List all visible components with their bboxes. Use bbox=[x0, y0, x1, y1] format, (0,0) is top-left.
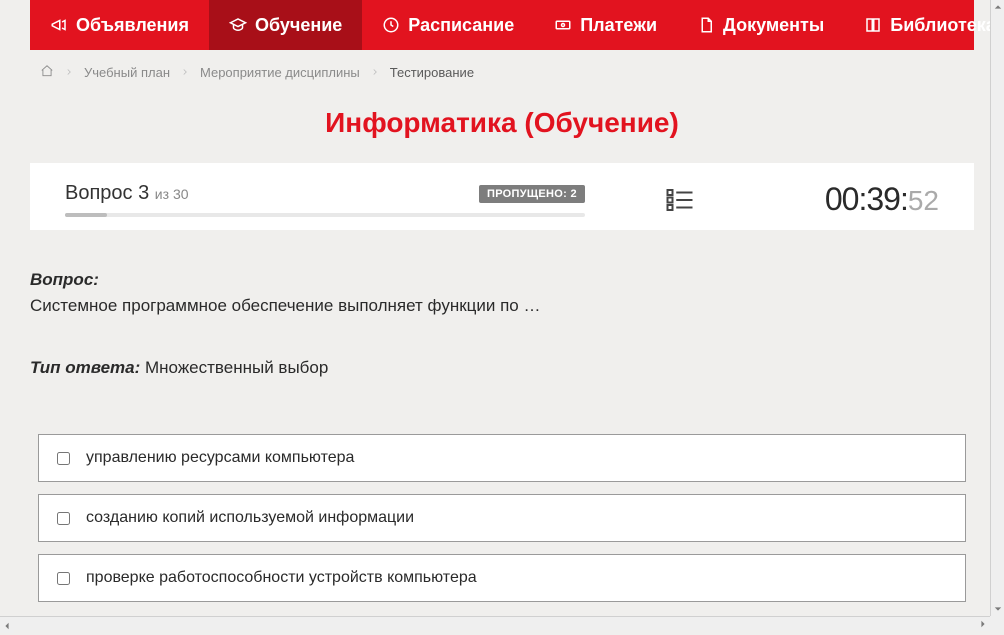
skipped-badge: ПРОПУЩЕНО: 2 bbox=[479, 185, 585, 203]
breadcrumb-link[interactable]: Учебный план bbox=[84, 65, 170, 80]
timer-main: 00:39: bbox=[825, 181, 908, 218]
nav-label: Документы bbox=[723, 15, 824, 36]
nav-label: Обучение bbox=[255, 15, 342, 36]
question-list-icon[interactable] bbox=[665, 185, 695, 215]
home-icon[interactable] bbox=[40, 64, 54, 81]
question-text: Системное программное обеспечение выполн… bbox=[30, 296, 974, 316]
answer-type-label: Тип ответа: bbox=[30, 358, 140, 377]
breadcrumb-link[interactable]: Мероприятие дисциплины bbox=[200, 65, 360, 80]
nav-item-documents[interactable]: Документы bbox=[677, 0, 844, 50]
nav-item-payments[interactable]: Платежи bbox=[534, 0, 677, 50]
nav-item-learning[interactable]: Обучение bbox=[209, 0, 362, 50]
status-bar: Вопрос 3 из 30 ПРОПУЩЕНО: 2 bbox=[30, 163, 974, 230]
question-word: Вопрос bbox=[65, 182, 133, 204]
progress-bar bbox=[65, 213, 585, 217]
answers-list: управлению ресурсами компьютера созданию… bbox=[30, 434, 974, 602]
answer-type-row: Тип ответа: Множественный выбор bbox=[30, 358, 974, 378]
answer-text: созданию копий используемой информации bbox=[86, 509, 414, 527]
answer-option[interactable]: проверке работоспособности устройств ком… bbox=[38, 554, 966, 602]
scroll-left-icon[interactable] bbox=[0, 619, 14, 633]
document-icon bbox=[697, 16, 715, 34]
scrollbar-corner bbox=[990, 616, 1004, 630]
answer-option[interactable]: созданию копий используемой информации bbox=[38, 494, 966, 542]
nav-item-library[interactable]: Библиотека bbox=[844, 0, 1004, 50]
question-section: Вопрос: Системное программное обеспечени… bbox=[30, 270, 974, 316]
page-title: Информатика (Обучение) bbox=[30, 107, 974, 139]
megaphone-icon bbox=[50, 16, 68, 34]
nav-item-announcements[interactable]: Объявления bbox=[30, 0, 209, 50]
scroll-right-icon[interactable] bbox=[976, 617, 990, 631]
scroll-up-icon[interactable] bbox=[991, 0, 1004, 14]
question-counter: Вопрос 3 из 30 bbox=[65, 182, 189, 205]
book-icon bbox=[864, 16, 882, 34]
nav-label: Платежи bbox=[580, 15, 657, 36]
question-number: 3 bbox=[138, 182, 149, 204]
answer-checkbox[interactable] bbox=[57, 452, 70, 465]
answer-text: управлению ресурсами компьютера bbox=[86, 449, 354, 467]
chevron-right-icon bbox=[64, 65, 74, 80]
breadcrumb: Учебный план Мероприятие дисциплины Тест… bbox=[30, 50, 974, 95]
chevron-right-icon bbox=[370, 65, 380, 80]
nav-label: Библиотека bbox=[890, 15, 996, 36]
navbar: Объявления Обучение Расписание Платежи Д… bbox=[30, 0, 974, 50]
progress-fill bbox=[65, 213, 107, 217]
answer-text: проверке работоспособности устройств ком… bbox=[86, 569, 477, 587]
clock-icon bbox=[382, 16, 400, 34]
question-label: Вопрос: bbox=[30, 270, 974, 290]
answer-option[interactable]: управлению ресурсами компьютера bbox=[38, 434, 966, 482]
scroll-down-icon[interactable] bbox=[991, 602, 1004, 616]
answer-checkbox[interactable] bbox=[57, 512, 70, 525]
nav-item-schedule[interactable]: Расписание bbox=[362, 0, 534, 50]
of-label: из bbox=[155, 186, 169, 202]
breadcrumb-current: Тестирование bbox=[390, 65, 474, 80]
question-total: 30 bbox=[173, 186, 189, 202]
vertical-scrollbar[interactable] bbox=[990, 0, 1004, 616]
nav-label: Объявления bbox=[76, 15, 189, 36]
answer-type-value: Множественный выбор bbox=[145, 358, 328, 377]
horizontal-scrollbar[interactable] bbox=[0, 616, 990, 630]
nav-label: Расписание bbox=[408, 15, 514, 36]
answer-checkbox[interactable] bbox=[57, 572, 70, 585]
timer-seconds: 52 bbox=[908, 185, 939, 217]
chevron-right-icon bbox=[180, 65, 190, 80]
timer: 00:39:52 bbox=[825, 181, 939, 218]
money-icon bbox=[554, 16, 572, 34]
graduation-cap-icon bbox=[229, 16, 247, 34]
